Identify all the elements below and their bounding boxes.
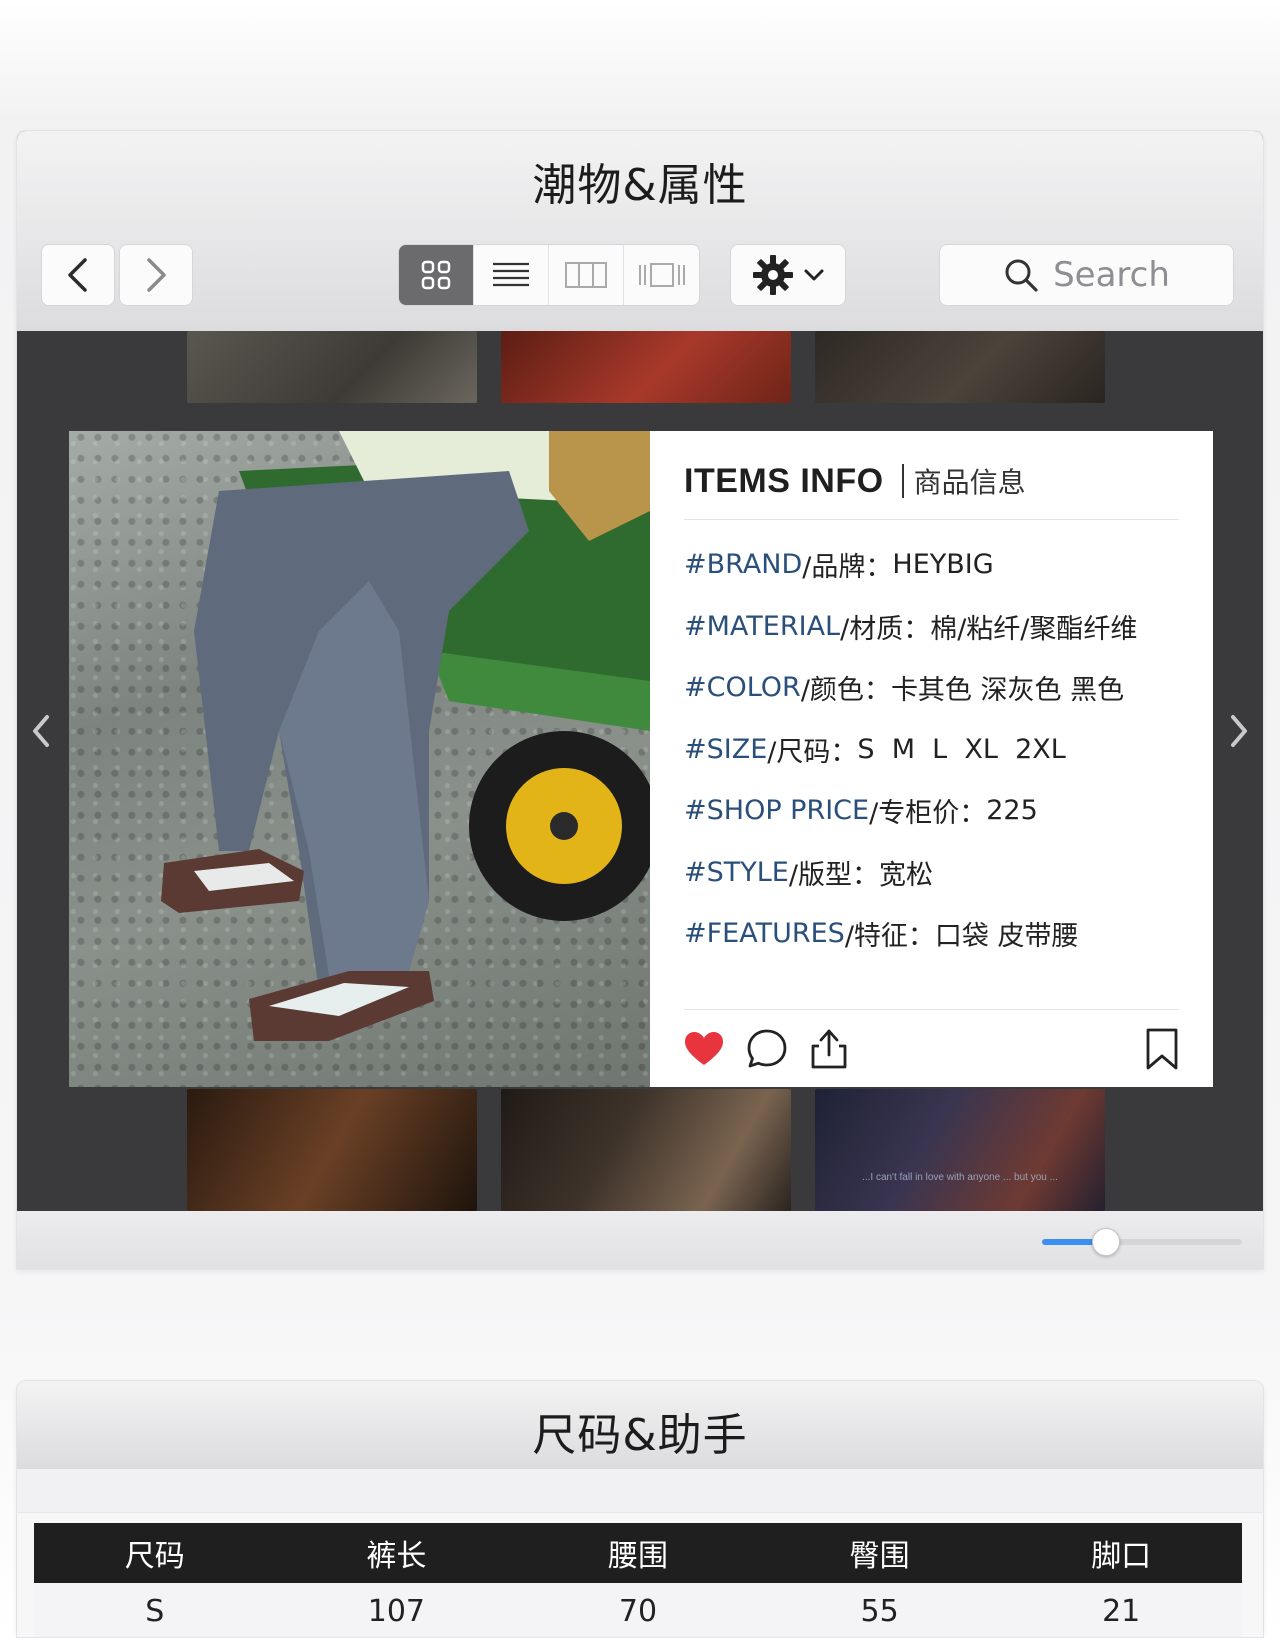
attribute-value: S M L XL 2XL	[857, 733, 1066, 765]
back-button[interactable]	[41, 244, 115, 306]
column-header: 尺码	[34, 1523, 276, 1583]
table-row: S 107 70 55 21	[34, 1583, 1242, 1637]
list-icon	[493, 262, 529, 287]
coverflow-icon	[638, 263, 685, 287]
gallery-thumbnail[interactable]	[501, 1089, 791, 1211]
size-titlebar: 尺码&助手	[17, 1381, 1263, 1469]
columns-icon	[565, 262, 607, 288]
size-toolbar	[17, 1469, 1263, 1513]
chevron-right-icon	[147, 258, 166, 292]
attribute-label: /版型：	[788, 859, 879, 891]
attribute-key: #COLOR	[684, 672, 801, 704]
thumbnail-subtitle: ...I can't fall in love with anyone ... …	[862, 1172, 1058, 1183]
size-table: 尺码 裤长 腰围 臀围 脚口 S 107 70 55 21	[34, 1523, 1242, 1637]
column-header: 腰围	[517, 1523, 759, 1583]
table-cell: 21	[1000, 1583, 1242, 1637]
size-table-body: S 107 70 55 21	[34, 1583, 1242, 1637]
size-table-header: 尺码 裤长 腰围 臀围 脚口	[34, 1523, 1242, 1583]
attribute-value: 棉/粘纤/聚酯纤维	[930, 613, 1138, 645]
view-columns-button[interactable]	[549, 245, 624, 305]
attribute-row: #COLOR/颜色： 卡其色 深灰色 黑色	[684, 657, 1179, 719]
gallery-window-title: 潮物&属性	[532, 160, 748, 211]
size-window-title: 尺码&助手	[532, 1410, 748, 1461]
search-input[interactable]: Search	[939, 244, 1234, 306]
forward-button[interactable]	[119, 244, 193, 306]
attribute-key: #STYLE	[684, 856, 789, 888]
product-photo-illustration	[161, 431, 650, 1041]
item-info-panel: ITEMS INFO 商品信息 #BRAND/品牌： HEYBIG #MATERIA…	[650, 431, 1213, 1087]
gallery-thumbnail[interactable]	[815, 331, 1105, 403]
attribute-label: /品牌：	[802, 552, 893, 584]
attribute-label: /尺码：	[767, 736, 858, 768]
bookmark-icon[interactable]	[1145, 1028, 1179, 1070]
view-list-button[interactable]	[474, 245, 549, 305]
attribute-value: 225	[986, 795, 1038, 827]
gallery-window: 潮物&属性 Search ...I can't fall in love wit…	[16, 130, 1264, 1270]
attribute-row: #SIZE/尺码： S M L XL 2XL	[684, 719, 1179, 781]
comment-icon[interactable]	[746, 1028, 788, 1070]
view-coverflow-button[interactable]	[624, 245, 699, 305]
attribute-row: #FEATURES/特征： 口袋 皮带腰	[684, 903, 1179, 965]
image-gallery: ...I can't fall in love with anyone ... …	[17, 331, 1263, 1211]
share-icon[interactable]	[810, 1028, 848, 1070]
view-grid-button[interactable]	[399, 245, 474, 305]
grid-icon	[421, 260, 451, 290]
table-cell: 55	[758, 1583, 1001, 1637]
gallery-thumbnail[interactable]	[187, 331, 477, 403]
column-header: 脚口	[1000, 1523, 1242, 1583]
gallery-statusbar	[17, 1211, 1263, 1269]
attribute-label: /材质：	[840, 613, 931, 645]
table-cell: 107	[275, 1583, 518, 1637]
action-menu-button[interactable]	[730, 244, 846, 306]
item-info-subtitle: 商品信息	[913, 466, 1026, 499]
item-attribute-list: #BRAND/品牌： HEYBIG #MATERIAL/材质： 棉/粘纤/聚酯纤维 #C…	[684, 534, 1179, 965]
card-action-bar	[684, 1009, 1179, 1087]
attribute-key: #SIZE	[684, 733, 768, 765]
product-photo	[69, 431, 650, 1087]
title-divider	[901, 464, 904, 498]
table-cell: S	[34, 1583, 276, 1637]
search-icon	[1005, 259, 1038, 292]
item-info-header: ITEMS INFO 商品信息	[684, 461, 1179, 520]
gallery-thumbnail[interactable]: ...I can't fall in love with anyone ... …	[815, 1089, 1105, 1211]
gallery-titlebar: 潮物&属性 Search	[17, 131, 1263, 331]
attribute-label: /专柜价：	[869, 798, 987, 830]
attribute-row: #STYLE/版型： 宽松	[684, 842, 1179, 904]
next-arrow-icon[interactable]	[1227, 711, 1251, 751]
attribute-value: HEYBIG	[892, 549, 994, 581]
zoom-slider[interactable]	[1042, 1228, 1242, 1256]
item-info-card: ITEMS INFO 商品信息 #BRAND/品牌： HEYBIG #MATERIA…	[69, 431, 1213, 1087]
chevron-left-icon	[68, 258, 87, 292]
gallery-thumbnail[interactable]	[187, 1089, 477, 1211]
attribute-value: 宽松	[878, 859, 933, 891]
attribute-key: #SHOP PRICE	[684, 795, 870, 827]
attribute-key: #MATERIAL	[684, 610, 841, 642]
table-cell: 70	[517, 1583, 759, 1637]
attribute-value: 卡其色 深灰色 黑色	[890, 675, 1125, 707]
size-window: 尺码&助手 尺码 裤长 腰围 臀围 脚口 S 107 70 55 21	[16, 1380, 1264, 1638]
attribute-row: #BRAND/品牌： HEYBIG	[684, 534, 1179, 596]
chevron-down-icon	[804, 269, 824, 281]
attribute-row: #MATERIAL/材质： 棉/粘纤/聚酯纤维	[684, 596, 1179, 658]
attribute-value: 口袋 皮带腰	[934, 921, 1079, 953]
gear-icon	[753, 255, 793, 295]
zoom-slider-knob[interactable]	[1092, 1228, 1120, 1256]
search-placeholder: Search	[1053, 255, 1170, 295]
attribute-label: /颜色：	[800, 675, 891, 707]
heart-icon[interactable]	[684, 1031, 724, 1067]
previous-arrow-icon[interactable]	[29, 711, 53, 751]
item-info-title: ITEMS INFO	[684, 461, 884, 500]
column-header: 裤长	[275, 1523, 518, 1583]
gallery-thumbnail[interactable]	[501, 331, 791, 403]
attribute-key: #FEATURES	[684, 918, 845, 950]
view-mode-segmented-control	[398, 244, 700, 306]
attribute-key: #BRAND	[684, 549, 803, 581]
attribute-label: /特征：	[844, 921, 935, 953]
attribute-row: #SHOP PRICE/专柜价： 225	[684, 780, 1179, 842]
column-header: 臀围	[758, 1523, 1001, 1583]
